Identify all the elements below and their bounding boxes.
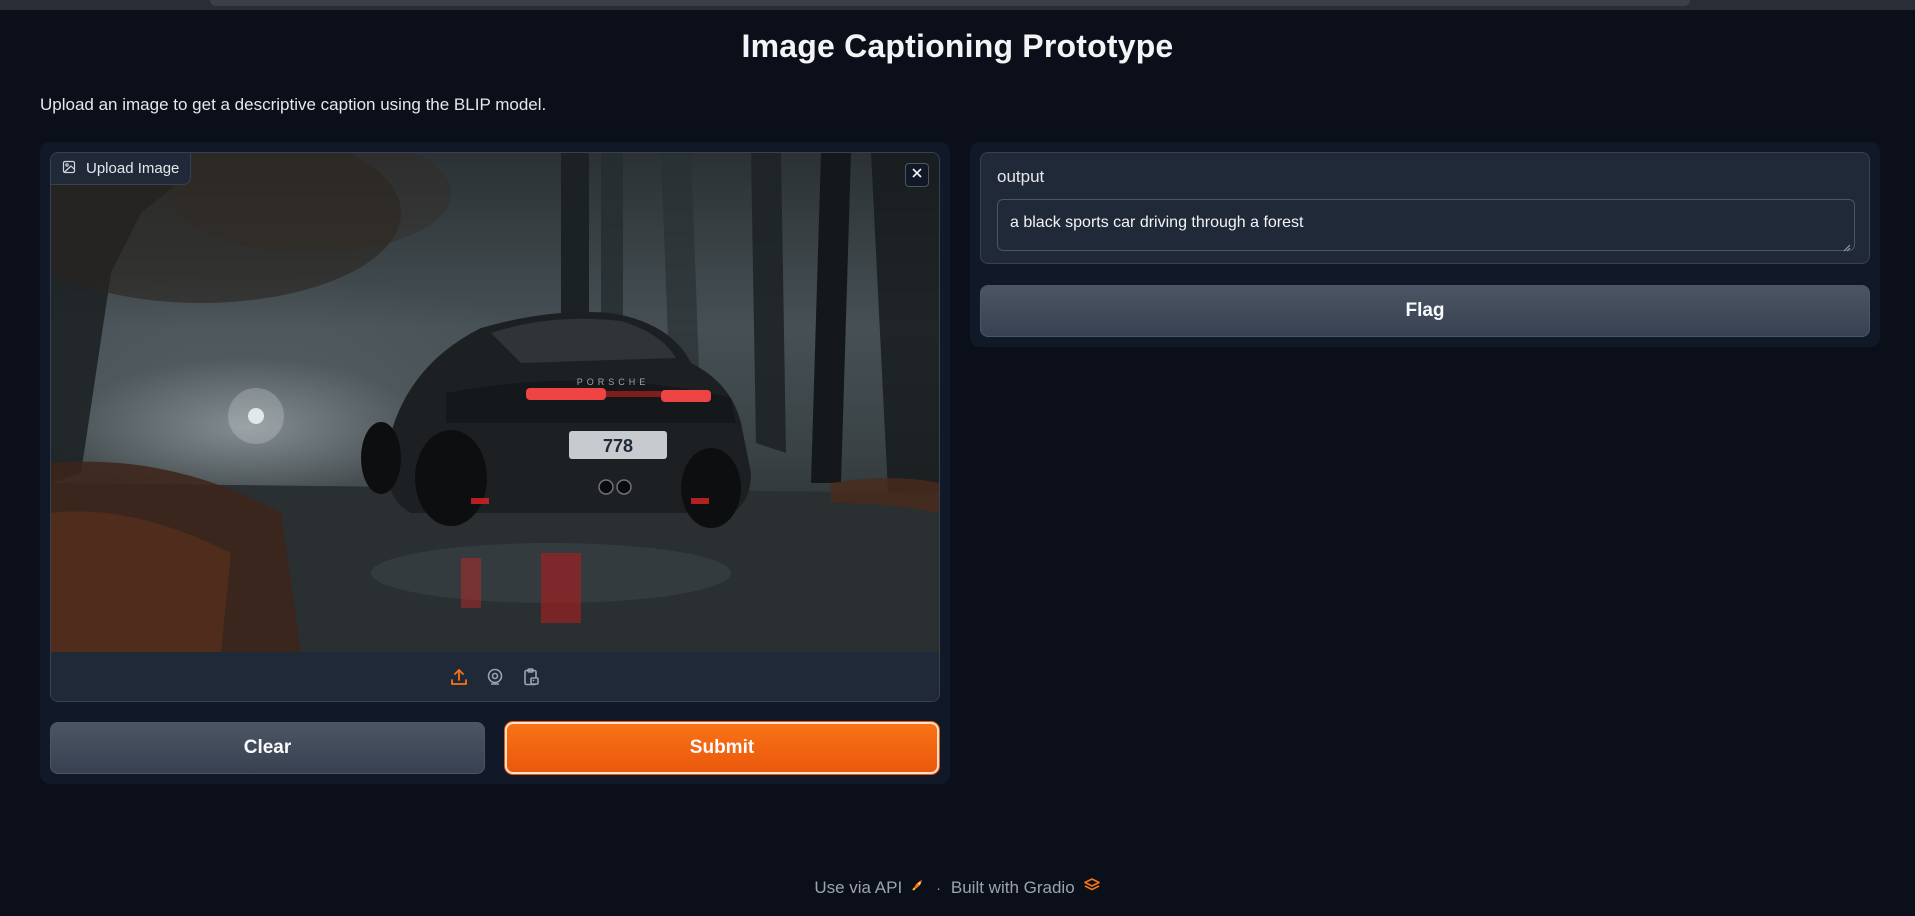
built-with-gradio-link[interactable]: Built with Gradio xyxy=(951,877,1101,898)
clipboard-icon[interactable] xyxy=(520,666,542,688)
image-block-label: Upload Image xyxy=(51,153,192,185)
close-icon xyxy=(911,166,923,184)
image-source-bar xyxy=(51,652,939,701)
use-via-api-label: Use via API xyxy=(814,877,903,897)
output-textbox[interactable]: a black sports car driving through a for… xyxy=(997,199,1855,252)
input-panel: Upload Image 778 PORSCHE Clear Submit xyxy=(40,142,950,784)
submit-button[interactable]: Submit xyxy=(505,722,939,774)
flag-button[interactable]: Flag xyxy=(980,285,1870,337)
footer-separator: · xyxy=(936,879,941,896)
built-with-gradio-label: Built with Gradio xyxy=(950,877,1075,897)
footer: Use via API · Built with Gradio xyxy=(0,877,1915,898)
uploaded-image-preview: 778 PORSCHE xyxy=(51,153,939,652)
output-panel: output a black sports car driving throug… xyxy=(970,142,1880,347)
upload-icon[interactable] xyxy=(448,666,470,688)
clear-button[interactable]: Clear xyxy=(50,722,485,774)
car-brand-text: PORSCHE xyxy=(577,377,650,387)
webcam-icon[interactable] xyxy=(484,666,506,688)
output-label: output xyxy=(997,167,1045,186)
output-text: a black sports car driving through a for… xyxy=(1010,214,1304,231)
page-title: Image Captioning Prototype xyxy=(741,28,1174,64)
browser-top-strip xyxy=(0,0,1915,10)
browser-top-strip-inner xyxy=(210,0,1690,6)
resize-handle-icon[interactable] xyxy=(1843,239,1851,252)
license-plate-text: 778 xyxy=(603,436,633,456)
image-icon xyxy=(62,160,76,178)
image-upload-block[interactable]: Upload Image 778 PORSCHE xyxy=(50,152,940,702)
rocket-icon xyxy=(910,877,926,898)
page-description: Upload an image to get a descriptive cap… xyxy=(40,95,547,114)
use-via-api-link[interactable]: Use via API xyxy=(814,877,926,898)
gradio-logo-icon xyxy=(1083,877,1101,898)
clear-image-button[interactable] xyxy=(905,163,929,187)
output-block: output a black sports car driving throug… xyxy=(980,152,1870,264)
image-label-text: Upload Image xyxy=(86,160,180,177)
